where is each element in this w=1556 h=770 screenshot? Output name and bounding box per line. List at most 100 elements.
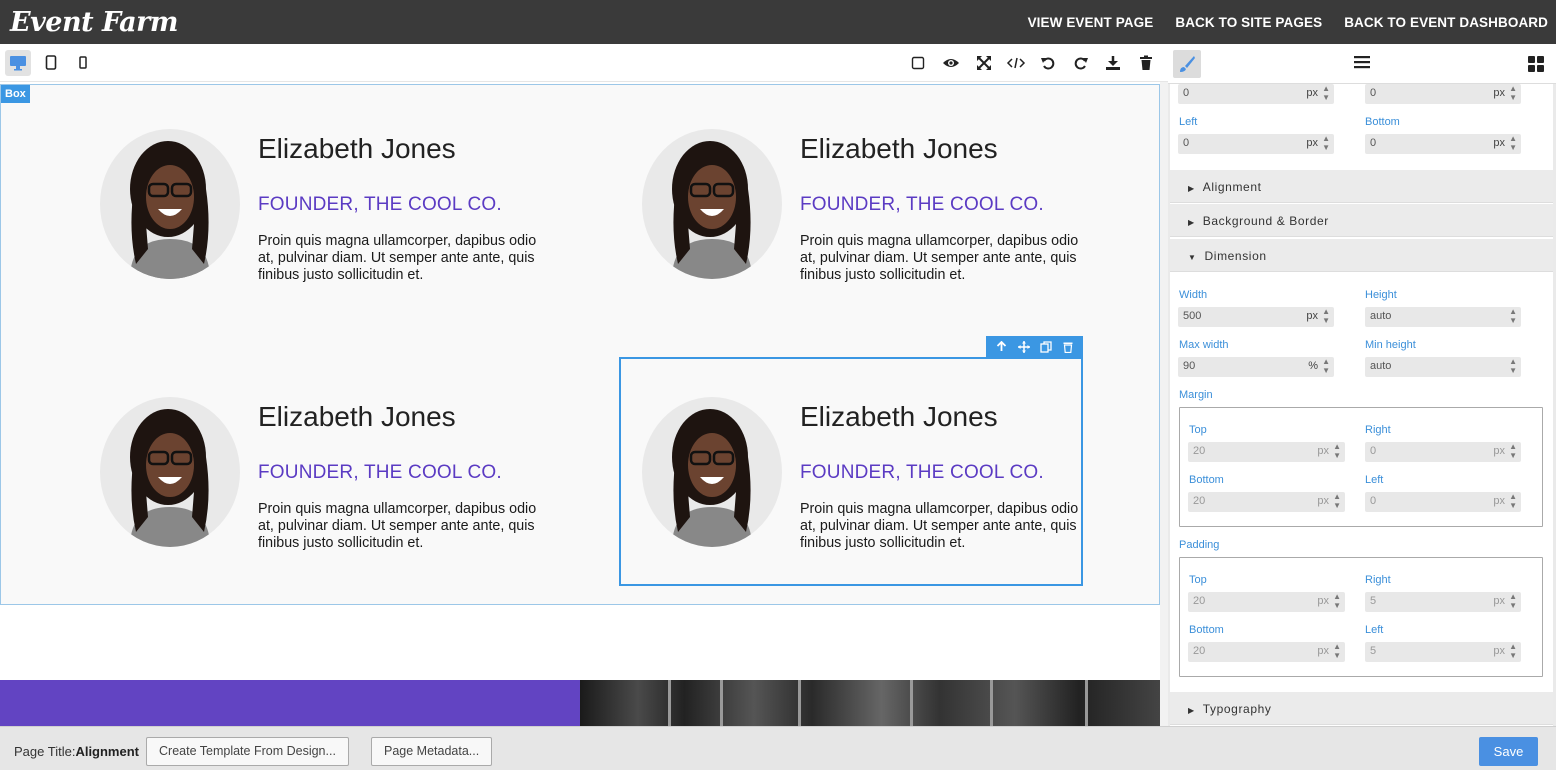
- fullscreen-icon[interactable]: [971, 50, 997, 76]
- code-icon[interactable]: [1003, 50, 1029, 76]
- square-icon[interactable]: [905, 50, 931, 76]
- padding-bottom-field[interactable]: 20 px ▲ ▼: [1188, 642, 1345, 662]
- copy-icon[interactable]: [1040, 340, 1052, 353]
- stepper-icon[interactable]: ▲ ▼: [1509, 442, 1517, 460]
- typography-section[interactable]: ▶ Typography: [1170, 692, 1553, 725]
- stepper-icon[interactable]: ▲ ▼: [1333, 442, 1341, 460]
- unit-select[interactable]: px: [1493, 137, 1505, 149]
- avatar[interactable]: [642, 397, 782, 547]
- stepper-icon[interactable]: ▲ ▼: [1509, 134, 1517, 152]
- person-card[interactable]: Elizabeth Jones FOUNDER, THE COOL CO. Pr…: [100, 129, 560, 299]
- person-card[interactable]: Elizabeth Jones FOUNDER, THE COOL CO. Pr…: [100, 397, 560, 567]
- padding-left-field[interactable]: 5 px ▲ ▼: [1365, 642, 1521, 662]
- arrow-up-icon[interactable]: [996, 341, 1007, 352]
- redo-icon[interactable]: [1068, 50, 1094, 76]
- margin-top-field[interactable]: 20 px ▲ ▼: [1188, 442, 1345, 462]
- left-position-field[interactable]: 0 px ▲ ▼: [1178, 134, 1334, 154]
- person-role[interactable]: FOUNDER, THE COOL CO.: [800, 194, 1044, 216]
- person-name[interactable]: Elizabeth Jones: [800, 401, 998, 433]
- unit-select[interactable]: px: [1493, 87, 1505, 99]
- max-width-field[interactable]: 90% ▲ ▼: [1178, 357, 1334, 377]
- stepper-icon[interactable]: ▲ ▼: [1322, 307, 1330, 325]
- create-template-button[interactable]: Create Template From Design...: [146, 737, 349, 766]
- person-bio[interactable]: Proin quis magna ullamcorper, dapibus od…: [800, 501, 1080, 552]
- design-canvas[interactable]: Box Elizabeth Jones FOUNDER, THE COOL CO…: [0, 82, 1160, 726]
- unit-select[interactable]: %: [1308, 360, 1318, 372]
- stepper-icon[interactable]: ▲ ▼: [1322, 357, 1330, 375]
- event-farm-logo[interactable]: Event Farm: [10, 7, 178, 38]
- mobile-icon[interactable]: [70, 50, 96, 76]
- stepper-icon[interactable]: ▲ ▼: [1509, 357, 1517, 375]
- alignment-section[interactable]: ▶ Alignment: [1170, 170, 1553, 203]
- stepper-icon[interactable]: ▲ ▼: [1509, 84, 1517, 102]
- stepper-icon[interactable]: ▲ ▼: [1322, 84, 1330, 102]
- canvas-scrollbar[interactable]: [1160, 82, 1168, 726]
- back-to-event-dashboard-link[interactable]: BACK TO EVENT DASHBOARD: [1344, 15, 1548, 30]
- stepper-icon[interactable]: ▲ ▼: [1509, 592, 1517, 610]
- page-metadata-button[interactable]: Page Metadata...: [371, 737, 493, 766]
- stepper-icon[interactable]: ▲ ▼: [1333, 642, 1341, 660]
- unit-select[interactable]: px: [1493, 645, 1505, 657]
- avatar[interactable]: [642, 129, 782, 279]
- background-border-section[interactable]: ▶ Background & Border: [1170, 204, 1553, 237]
- person-card[interactable]: Elizabeth Jones FOUNDER, THE COOL CO. Pr…: [642, 397, 1102, 567]
- person-role[interactable]: FOUNDER, THE COOL CO.: [800, 462, 1044, 484]
- delete-icon[interactable]: [1063, 341, 1073, 353]
- min-height-select[interactable]: auto ▲ ▼: [1365, 357, 1521, 377]
- desktop-icon[interactable]: [5, 50, 31, 76]
- right-position-field[interactable]: 0 px ▲ ▼: [1365, 84, 1521, 104]
- margin-left-field[interactable]: 0 px ▲ ▼: [1365, 492, 1521, 512]
- background-photo[interactable]: [580, 680, 1160, 726]
- avatar[interactable]: [100, 129, 240, 279]
- back-to-site-pages-link[interactable]: BACK TO SITE PAGES: [1175, 15, 1322, 30]
- person-name[interactable]: Elizabeth Jones: [800, 133, 998, 165]
- stepper-icon[interactable]: ▲ ▼: [1333, 492, 1341, 510]
- person-card[interactable]: Elizabeth Jones FOUNDER, THE COOL CO. Pr…: [642, 129, 1102, 299]
- layers-menu-icon[interactable]: [1354, 55, 1370, 74]
- avatar[interactable]: [100, 397, 240, 547]
- person-bio[interactable]: Proin quis magna ullamcorper, dapibus od…: [258, 233, 538, 284]
- width-field[interactable]: 500 px ▲ ▼: [1178, 307, 1334, 327]
- stepper-icon[interactable]: ▲ ▼: [1509, 307, 1517, 325]
- stepper-icon[interactable]: ▲ ▼: [1322, 134, 1330, 152]
- unit-select[interactable]: px: [1306, 137, 1318, 149]
- person-bio[interactable]: Proin quis magna ullamcorper, dapibus od…: [258, 501, 538, 552]
- view-event-page-link[interactable]: VIEW EVENT PAGE: [1028, 15, 1154, 30]
- paint-brush-icon[interactable]: [1173, 50, 1201, 78]
- undo-icon[interactable]: [1035, 50, 1061, 76]
- person-bio[interactable]: Proin quis magna ullamcorper, dapibus od…: [800, 233, 1080, 284]
- purple-section[interactable]: [0, 680, 580, 726]
- unit-select[interactable]: px: [1317, 445, 1329, 457]
- margin-right-field[interactable]: 0 px ▲ ▼: [1365, 442, 1521, 462]
- trash-icon[interactable]: [1133, 50, 1159, 76]
- person-role[interactable]: FOUNDER, THE COOL CO.: [258, 194, 502, 216]
- stepper-icon[interactable]: ▲ ▼: [1509, 642, 1517, 660]
- unit-select[interactable]: px: [1493, 495, 1505, 507]
- eye-icon[interactable]: [938, 50, 964, 76]
- unit-select[interactable]: px: [1306, 87, 1318, 99]
- move-icon[interactable]: [1017, 340, 1030, 353]
- height-select[interactable]: auto ▲ ▼: [1365, 307, 1521, 327]
- download-icon[interactable]: [1100, 50, 1126, 76]
- stepper-icon[interactable]: ▲ ▼: [1333, 592, 1341, 610]
- margin-bottom-field[interactable]: 20 px ▲ ▼: [1188, 492, 1345, 512]
- unit-select[interactable]: px: [1317, 595, 1329, 607]
- person-role[interactable]: FOUNDER, THE COOL CO.: [258, 462, 502, 484]
- unit-select[interactable]: px: [1493, 595, 1505, 607]
- bottom-position-field[interactable]: 0 px ▲ ▼: [1365, 134, 1521, 154]
- padding-top-field[interactable]: 20 px ▲ ▼: [1188, 592, 1345, 612]
- unit-select[interactable]: px: [1306, 310, 1318, 322]
- save-button[interactable]: Save: [1479, 737, 1538, 766]
- unit-select[interactable]: px: [1317, 645, 1329, 657]
- top-position-field[interactable]: 0 px ▲ ▼: [1178, 84, 1334, 104]
- unit-select[interactable]: px: [1493, 445, 1505, 457]
- stepper-icon[interactable]: ▲ ▼: [1509, 492, 1517, 510]
- padding-right-field[interactable]: 5 px ▲ ▼: [1365, 592, 1521, 612]
- caret-right-icon: ▶: [1188, 706, 1195, 715]
- unit-select[interactable]: px: [1317, 495, 1329, 507]
- dimension-section[interactable]: ▼ Dimension: [1170, 239, 1553, 272]
- tablet-icon[interactable]: [38, 50, 64, 76]
- blocks-grid-icon[interactable]: [1528, 56, 1544, 77]
- person-name[interactable]: Elizabeth Jones: [258, 133, 456, 165]
- person-name[interactable]: Elizabeth Jones: [258, 401, 456, 433]
